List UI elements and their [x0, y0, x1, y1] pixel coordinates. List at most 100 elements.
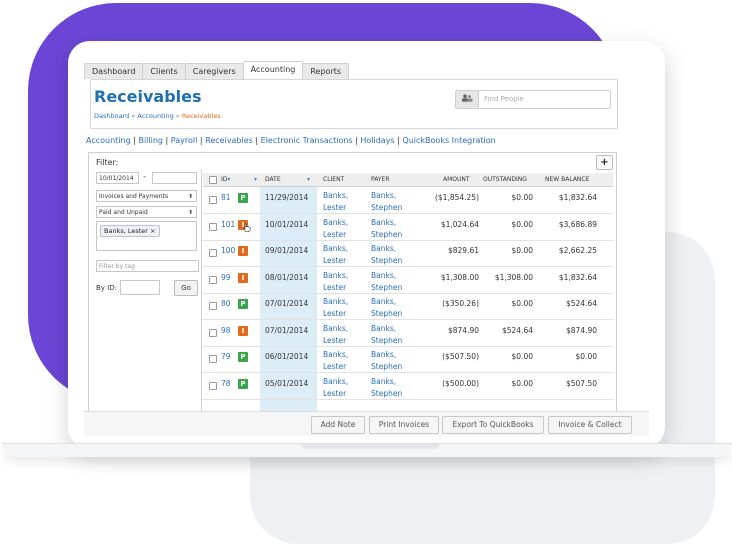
- breadcrumb-accounting[interactable]: Accounting: [137, 112, 173, 120]
- breadcrumb-receivables: Receivables: [181, 112, 221, 120]
- filter-label: Filter:: [96, 158, 119, 167]
- row-client[interactable]: Banks, Lester: [323, 296, 348, 320]
- row-date: 07/01/2014: [265, 325, 309, 335]
- row-date: 11/29/2014: [265, 193, 309, 202]
- date-to-input[interactable]: [152, 172, 197, 184]
- subnav-quickbooks-integration[interactable]: QuickBooks Integration: [402, 136, 495, 145]
- row-amount: $829.61: [447, 246, 479, 255]
- row-payer[interactable]: Banks, Stephen: [371, 376, 402, 400]
- table-row[interactable]: 79 P 06/01/2014 Banks, Lester Banks, Stephen ($…: [203, 346, 613, 373]
- invoice-badge-icon: I: [238, 325, 248, 336]
- row-client[interactable]: Banks, Lester: [323, 349, 348, 373]
- row-id[interactable]: 99: [221, 273, 231, 282]
- client-chip-label: Banks, Lester: [104, 227, 148, 235]
- row-payer[interactable]: Banks, Stephen: [371, 296, 402, 320]
- add-button[interactable]: +: [596, 155, 613, 170]
- table-row[interactable]: 99 I 08/01/2014 Banks, Lester Banks, Stephen $1…: [203, 267, 613, 294]
- subnav-holidays[interactable]: Holidays: [360, 136, 394, 145]
- print-invoices-button[interactable]: Print Invoices: [369, 416, 439, 434]
- row-payer[interactable]: Banks, Stephen: [371, 190, 402, 214]
- row-checkbox[interactable]: [209, 196, 217, 204]
- breadcrumb-dashboard[interactable]: Dashboard: [94, 112, 129, 120]
- tab-clients[interactable]: Clients: [142, 63, 186, 79]
- date-from-input[interactable]: 10/01/2014: [96, 172, 139, 184]
- col-date[interactable]: DATE: [265, 173, 281, 186]
- row-date: 09/01/2014: [265, 246, 309, 255]
- row-outstanding: $0.00: [511, 378, 533, 388]
- select-all-checkbox[interactable]: [209, 176, 217, 184]
- search-input[interactable]: Find People: [484, 91, 524, 108]
- subnav-payroll[interactable]: Payroll: [171, 136, 198, 145]
- row-client[interactable]: Banks, Lester: [323, 270, 348, 294]
- row-id[interactable]: 78: [221, 379, 231, 388]
- row-id[interactable]: 79: [221, 352, 231, 361]
- col-id[interactable]: ID▾: [221, 173, 230, 186]
- row-amount: ($500.00): [442, 378, 479, 388]
- tab-accounting[interactable]: Accounting: [242, 61, 304, 79]
- row-client[interactable]: Banks, Lester: [323, 376, 348, 400]
- id-input[interactable]: [120, 280, 160, 295]
- paid-status-select[interactable]: Paid and Unpaid ⬍: [96, 206, 197, 218]
- tag-filter-input[interactable]: Filter by tag: [96, 260, 199, 272]
- transaction-type-select[interactable]: Invoices and Payments ⬍: [96, 190, 197, 202]
- table-row[interactable]: 81 P 11/29/2014 Banks, Lester Banks, Stephen ($…: [203, 187, 613, 214]
- col-client[interactable]: CLIENT: [323, 173, 344, 186]
- row-checkbox[interactable]: [209, 222, 217, 231]
- go-button[interactable]: Go: [174, 280, 198, 296]
- find-people-search[interactable]: Find People: [455, 90, 611, 109]
- row-new-balance: $874.90: [565, 325, 597, 335]
- row-payer[interactable]: Banks, Stephen: [371, 243, 402, 267]
- row-checkbox[interactable]: [209, 328, 217, 337]
- col-new-balance[interactable]: NEW BALANCE: [545, 173, 589, 186]
- row-checkbox[interactable]: [209, 355, 217, 363]
- tab-caregivers[interactable]: Caregivers: [184, 63, 244, 79]
- table-row[interactable]: 98 I 07/01/2014 Banks, Lester Banks, Stephen $8…: [203, 320, 613, 347]
- table-row[interactable]: 80 P 07/01/2014 Banks, Lester Banks, Stephen ($…: [203, 293, 613, 320]
- row-client[interactable]: Banks, Lester: [323, 217, 348, 241]
- table-row[interactable]: 100 I 09/01/2014 Banks, Lester Banks, Stephen $…: [203, 240, 613, 267]
- row-checkbox[interactable]: [209, 302, 217, 310]
- tab-reports[interactable]: Reports: [302, 63, 350, 79]
- export-quickbooks-button[interactable]: Export To QuickBooks: [442, 416, 544, 434]
- table-row[interactable]: 101 I 10/01/2014 Banks, Lester Banks, Stephen $…: [203, 214, 613, 241]
- row-checkbox[interactable]: [209, 275, 217, 284]
- row-payer[interactable]: Banks, Stephen: [371, 323, 402, 347]
- action-footer: Add Note Print Invoices Export To QuickB…: [84, 411, 649, 436]
- by-id-label: By ID:: [96, 284, 117, 292]
- tag-filter-placeholder: Filter by tag: [99, 263, 135, 270]
- row-amount: $1,308.00: [440, 272, 479, 282]
- row-id[interactable]: 101: [221, 220, 235, 229]
- row-client[interactable]: Banks, Lester: [323, 323, 348, 347]
- row-id[interactable]: 98: [221, 326, 231, 335]
- filter-divider: [201, 170, 202, 436]
- col-payer[interactable]: PAYER: [371, 173, 390, 186]
- subnav-electronic-transactions[interactable]: Electronic Transactions: [261, 136, 353, 145]
- row-client[interactable]: Banks, Lester: [323, 190, 348, 214]
- row-outstanding: $0.00: [511, 299, 533, 308]
- main-tabs: Dashboard Clients Caregivers Accounting …: [84, 61, 350, 79]
- row-client[interactable]: Banks, Lester: [323, 243, 348, 267]
- people-icon[interactable]: [456, 91, 479, 108]
- row-checkbox[interactable]: [209, 249, 217, 257]
- add-note-button[interactable]: Add Note: [311, 416, 365, 434]
- row-amount: $874.90: [447, 325, 479, 335]
- row-id[interactable]: 80: [221, 299, 231, 308]
- subnav-billing[interactable]: Billing: [138, 136, 163, 145]
- client-filter-box[interactable]: Banks, Lester ×: [96, 221, 197, 251]
- tab-dashboard[interactable]: Dashboard: [84, 63, 144, 79]
- chip-remove-icon[interactable]: ×: [150, 227, 155, 235]
- subnav-accounting[interactable]: Accounting: [86, 136, 131, 145]
- col-outstanding[interactable]: OUTSTANDING: [483, 173, 527, 186]
- subnav-receivables[interactable]: Receivables: [205, 136, 253, 145]
- col-amount[interactable]: AMOUNT: [443, 173, 470, 186]
- row-payer[interactable]: Banks, Stephen: [371, 217, 402, 241]
- invoice-collect-button[interactable]: Invoice & Collect: [548, 416, 632, 434]
- row-id[interactable]: 81: [221, 193, 231, 202]
- row-payer[interactable]: Banks, Stephen: [371, 270, 402, 294]
- row-id[interactable]: 100: [221, 246, 235, 255]
- row-payer[interactable]: Banks, Stephen: [371, 349, 402, 373]
- row-new-balance: $524.64: [565, 299, 597, 308]
- table-row[interactable]: 78 P 05/01/2014 Banks, Lester Banks, Stephen ($…: [203, 373, 613, 400]
- row-checkbox[interactable]: [209, 381, 217, 390]
- row-new-balance: $507.50: [565, 378, 597, 388]
